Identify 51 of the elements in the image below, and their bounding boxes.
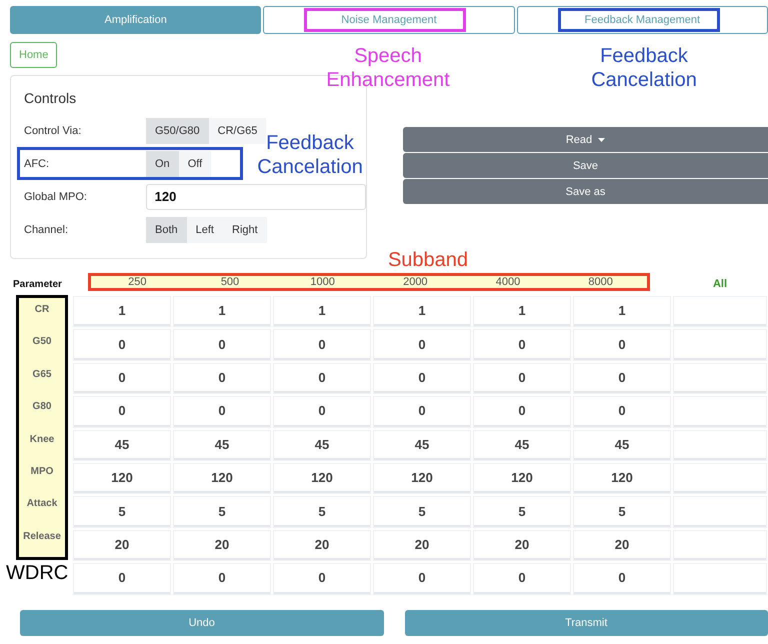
row-header: G65: [32, 368, 52, 382]
field-label: Global MPO:: [24, 190, 88, 202]
value-cell[interactable]: 20: [474, 530, 570, 560]
value-cell[interactable]: 20: [574, 530, 670, 560]
row-header: Release: [22, 530, 62, 544]
field-label: Channel:: [24, 224, 70, 236]
column-header: 500: [220, 276, 240, 288]
action-button[interactable]: Save as: [403, 179, 768, 204]
field-label: Control Via:: [24, 124, 82, 136]
input-field[interactable]: 120: [146, 184, 366, 210]
toggle-option[interactable]: Off: [178, 150, 212, 176]
value-cell[interactable]: 20: [174, 530, 270, 560]
row-header: G50: [32, 335, 52, 350]
column-header: Parameter: [12, 278, 63, 290]
column-header: 4000: [494, 276, 522, 288]
annotation-label: WDRC: [5, 562, 70, 586]
column-header: All: [712, 278, 728, 290]
value-cell[interactable]: [674, 430, 766, 460]
value-cell[interactable]: [674, 530, 766, 560]
value-cell[interactable]: 45: [474, 430, 570, 460]
toggle-option[interactable]: G50/G80: [146, 118, 209, 144]
value-cell[interactable]: 45: [174, 430, 270, 460]
action-button[interactable]: Save: [403, 153, 768, 178]
value-cell[interactable]: 45: [574, 430, 670, 460]
value-cell[interactable]: 45: [274, 430, 370, 460]
card-title: Controls: [24, 90, 76, 106]
value-cell[interactable]: 20: [74, 530, 170, 560]
caret-icon: [598, 138, 606, 142]
value-cell[interactable]: 20: [374, 530, 470, 560]
annotation-label: Speech Enhancement: [325, 44, 451, 92]
annotation-label: Subband: [386, 248, 470, 272]
column-header: 8000: [587, 276, 614, 288]
toggle-option[interactable]: Both: [146, 216, 187, 242]
row-header: Knee: [28, 432, 56, 447]
dropdown-button[interactable]: Read: [403, 127, 768, 152]
column-header: 250: [127, 276, 148, 288]
toggle-option[interactable]: On: [146, 150, 179, 176]
row-header: CR: [34, 303, 50, 317]
value-cell[interactable]: 45: [374, 430, 470, 460]
row-header: Attack: [26, 497, 58, 512]
column-header: 1000: [309, 276, 336, 288]
annotation-label: Feedback Cancelation: [590, 44, 698, 92]
row-header: MPO: [30, 464, 54, 479]
value-cell[interactable]: 20: [274, 530, 370, 560]
toggle-option[interactable]: CR/G65: [208, 118, 266, 144]
toggle-option[interactable]: Right: [223, 216, 267, 242]
row-header: G80: [32, 400, 52, 414]
toggle-option[interactable]: Left: [186, 216, 223, 242]
value-cell[interactable]: 45: [74, 430, 170, 460]
field-label: AFC:: [24, 158, 50, 170]
column-header: 2000: [402, 276, 429, 288]
